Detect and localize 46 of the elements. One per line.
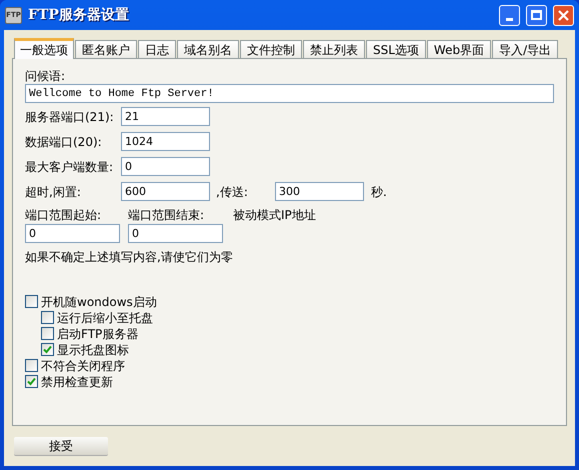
tab[interactable]: 禁止列表	[303, 40, 365, 58]
idle-timeout-field[interactable]: 600	[121, 182, 210, 201]
field-label: 端口范围起始:	[25, 206, 102, 224]
minimize-button[interactable]	[499, 4, 520, 26]
accept-button[interactable]: 接受	[14, 436, 108, 456]
transfer-timeout-field[interactable]: 300	[275, 182, 364, 201]
field-label: 端口范围结束:	[128, 206, 206, 224]
checkbox[interactable]	[41, 311, 54, 324]
checkbox-label: 不符合关闭程序	[41, 358, 125, 374]
field-label: 问候语:	[25, 68, 66, 83]
tab[interactable]: 导入/导出	[492, 40, 558, 58]
checkbox[interactable]	[25, 375, 38, 388]
field-label: 超时,闲置:	[25, 184, 82, 200]
close-icon	[558, 10, 569, 20]
checkbox[interactable]	[25, 295, 38, 308]
checkbox[interactable]	[41, 343, 54, 356]
field-label: 数据端口(20):	[25, 134, 103, 150]
tab[interactable]: 匿名账户	[75, 40, 137, 58]
checkbox-label: 禁用检查更新	[41, 374, 113, 390]
checkbox[interactable]	[25, 359, 38, 372]
field-label: 被动模式IP地址	[233, 206, 316, 224]
field-label: 服务器端口(21):	[25, 108, 115, 126]
tab[interactable]: 文件控制	[240, 40, 302, 58]
field-label: 最大客户端数量:	[25, 158, 114, 176]
tab[interactable]: SSL选项	[366, 40, 426, 58]
tab[interactable]: 一般选项	[14, 38, 74, 59]
number-field[interactable]: 1024	[121, 132, 210, 151]
checkbox[interactable]	[41, 327, 54, 340]
number-field[interactable]: 21	[121, 107, 210, 126]
window-title: FTP服务器设置	[28, 6, 129, 24]
checkbox-label: 显示托盘图标	[57, 342, 129, 358]
checkbox-label: 开机随wondows启动	[41, 294, 157, 310]
checkbox-label: 运行后缩小至托盘	[57, 310, 153, 326]
number-field[interactable]: 0	[121, 157, 210, 176]
checkbox-label: 启动FTP服务器	[57, 326, 138, 342]
maximize-button[interactable]	[526, 4, 547, 26]
tab[interactable]: 日志	[138, 40, 176, 58]
close-button[interactable]	[553, 4, 574, 26]
greeting-field[interactable]: Wellcome to Home Ftp Server!	[25, 84, 554, 103]
hint-text: 如果不确定上述填写内容,请使它们为零	[25, 249, 234, 266]
tab[interactable]: 域名别名	[177, 40, 239, 58]
port-start-field[interactable]: 0	[25, 224, 120, 243]
field-label: ,传送:	[216, 184, 249, 200]
unit-label: 秒.	[371, 184, 387, 200]
tab[interactable]: Web界面	[426, 40, 492, 58]
port-end-field[interactable]: 0	[128, 224, 223, 243]
